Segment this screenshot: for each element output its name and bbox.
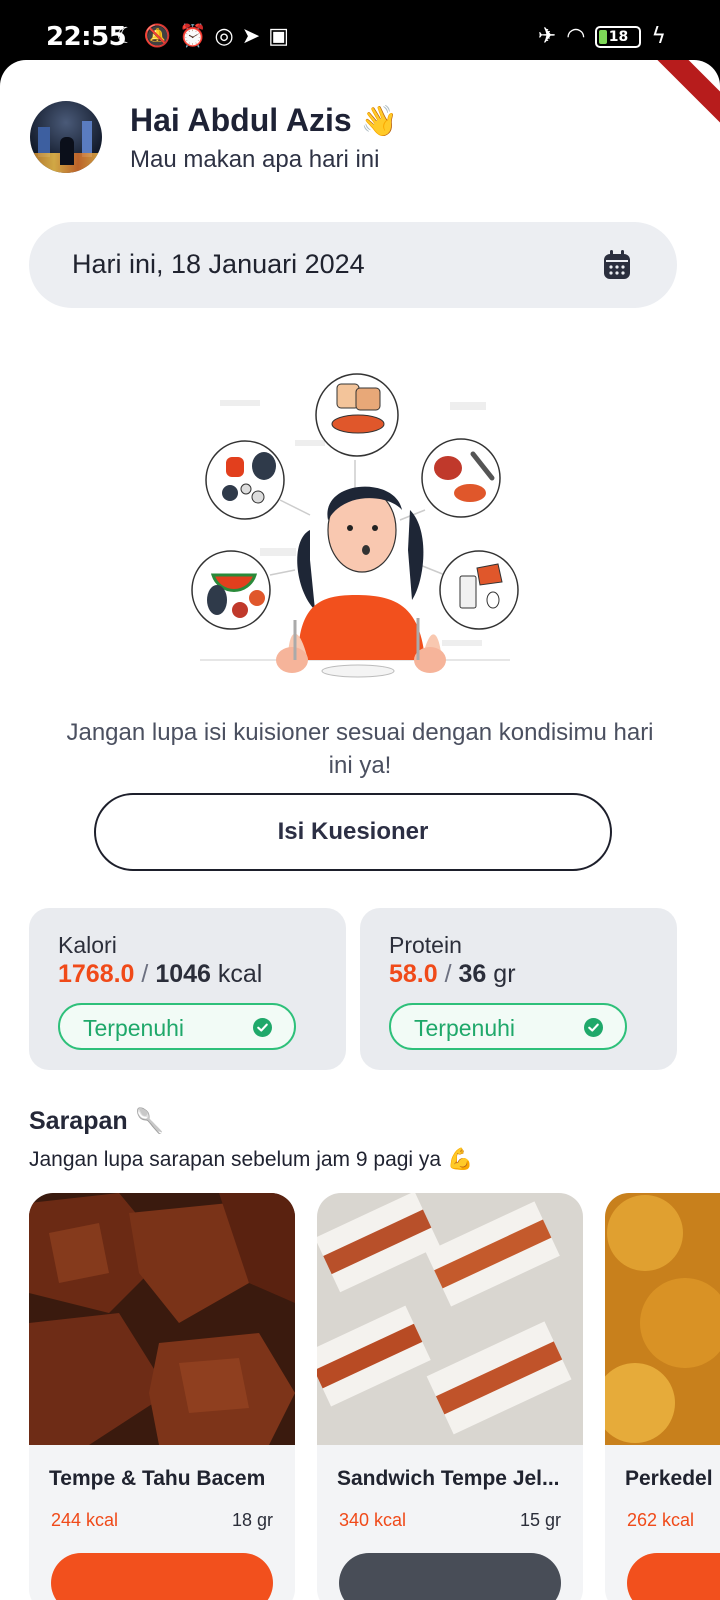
whatsapp-icon: ◎ — [214, 24, 234, 49]
charging-icon: ϟ — [651, 24, 666, 49]
protein-unit: gr — [493, 960, 516, 988]
food-add-button[interactable] — [627, 1553, 720, 1600]
food-illustration — [191, 373, 519, 678]
questionnaire-prompt: Jangan lupa isi kuisioner sesuai dengan … — [66, 719, 654, 779]
food-name: Perkedel — [625, 1467, 713, 1490]
food-add-button[interactable] — [51, 1553, 273, 1600]
breakfast-subtitle-text: Jangan lupa sarapan sebelum jam 9 pagi y… — [29, 1148, 442, 1171]
calorie-card: Kalori 1768.0 / 1046 kcal Terpenuhi — [29, 908, 346, 1070]
wave-icon: 👋 — [360, 104, 398, 139]
status-bar: 22:55 ☾ 🔕 ⏰ ◎ ➤ ▣ ✈ ◠ 18 ϟ — [0, 0, 720, 64]
breakfast-title: Sarapan 🥄 — [29, 1107, 165, 1136]
food-card[interactable]: Tempe & Tahu Bacem 244 kcal 18 gr — [29, 1193, 295, 1600]
calorie-status-badge: Terpenuhi — [58, 1003, 296, 1050]
food-protein: 15 gr — [519, 1510, 561, 1530]
muscle-icon: 💪 — [446, 1147, 474, 1171]
protein-card: Protein 58.0 / 36 gr Terpenuhi — [360, 908, 677, 1070]
battery-level: 18 — [608, 28, 629, 45]
food-image — [605, 1193, 720, 1445]
check-circle-icon — [584, 1018, 603, 1037]
protein-value: 58.0 / 36 gr — [389, 960, 516, 989]
calorie-separator: / — [141, 960, 149, 988]
home-screen: Hai Abdul Azis 👋 Mau makan apa hari ini … — [0, 60, 720, 1600]
spoon-icon: 🥄 — [134, 1107, 165, 1135]
calorie-current: 1768.0 — [58, 960, 135, 988]
protein-separator: / — [444, 960, 452, 988]
protein-target: 36 — [458, 960, 487, 988]
greeting-subtitle: Mau makan apa hari ini — [130, 146, 380, 173]
status-time: 22:55 — [46, 22, 127, 52]
breakfast-subtitle: Jangan lupa sarapan sebelum jam 9 pagi y… — [29, 1147, 473, 1172]
food-add-button[interactable] — [339, 1553, 561, 1600]
food-kcal: 340 kcal — [339, 1510, 407, 1530]
greeting-title: Hai Abdul Azis 👋 — [130, 102, 398, 139]
calorie-status-text: Terpenuhi — [83, 1015, 185, 1041]
notification-icons: ☾ 🔕 ⏰ ◎ ➤ ▣ — [116, 24, 289, 49]
moon-icon: ☾ — [116, 24, 136, 49]
system-icons: ✈ ◠ 18 ϟ — [538, 24, 666, 49]
protein-status-text: Terpenuhi — [414, 1015, 516, 1041]
calorie-label: Kalori — [58, 932, 117, 958]
food-name: Sandwich Tempe Jel... — [337, 1467, 560, 1490]
food-card[interactable]: Sandwich Tempe Jel... 340 kcal 15 gr — [317, 1193, 583, 1600]
date-picker[interactable]: Hari ini, 18 Januari 2024 — [29, 222, 677, 308]
calendar-icon[interactable] — [603, 250, 631, 280]
food-kcal: 262 kcal — [627, 1510, 695, 1530]
check-circle-icon — [253, 1018, 272, 1037]
alarm-icon: ⏰ — [179, 24, 207, 49]
breakfast-title-text: Sarapan — [29, 1107, 128, 1135]
calorie-target: 1046 — [155, 960, 211, 988]
wifi-icon: ◠ — [566, 24, 586, 49]
protein-label: Protein — [389, 932, 462, 958]
battery-icon: 18 — [595, 25, 642, 48]
date-label: Hari ini, 18 Januari 2024 — [72, 249, 365, 279]
questionnaire-button[interactable]: Isi Kuesioner — [94, 793, 612, 871]
avatar[interactable] — [30, 101, 102, 173]
bell-off-icon: 🔕 — [143, 24, 172, 49]
telegram-icon: ➤ — [241, 24, 261, 49]
food-kcal: 244 kcal — [51, 1510, 119, 1530]
food-name: Tempe & Tahu Bacem — [49, 1467, 266, 1490]
greeting-name: Hai Abdul Azis — [130, 102, 352, 138]
calorie-value: 1768.0 / 1046 kcal — [58, 960, 262, 989]
protein-current: 58.0 — [389, 960, 438, 988]
protein-status-badge: Terpenuhi — [389, 1003, 627, 1050]
food-protein: 18 gr — [231, 1510, 273, 1530]
debug-banner — [643, 60, 720, 132]
food-card[interactable]: Perkedel 262 kcal — [605, 1193, 720, 1600]
food-image — [317, 1193, 583, 1445]
airplane-icon: ✈ — [537, 24, 557, 49]
app-icon: ▣ — [268, 24, 289, 49]
food-image — [29, 1193, 295, 1445]
calorie-unit: kcal — [217, 960, 263, 988]
